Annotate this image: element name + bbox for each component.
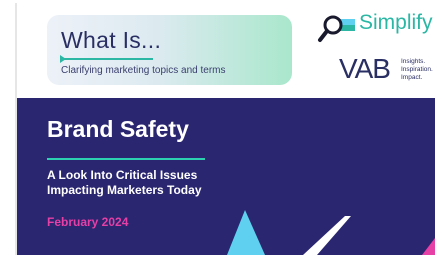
vab-wordmark: VAB — [339, 53, 391, 84]
white-stripe — [303, 216, 351, 255]
hero-title: Brand Safety — [47, 116, 189, 142]
vab-tagline-2: Inspiration. — [401, 66, 433, 73]
badge-arrow-icon — [60, 55, 66, 63]
vab-tagline-3: Impact. — [401, 74, 423, 81]
hero-subtitle: A Look Into Critical Issues Impacting Ma… — [47, 168, 247, 198]
simplify-wordmark: Simplify — [359, 11, 433, 34]
badge-underline — [61, 58, 153, 60]
vab-logo: VAB Insights. Inspiration. Impact. — [339, 53, 433, 89]
badge-subtitle: Clarifying marketing topics and terms — [61, 65, 226, 76]
slide-header: What Is... Clarifying marketing topics a… — [17, 3, 435, 98]
badge-title: What Is... — [61, 27, 162, 53]
hero-panel: Brand Safety A Look Into Critical Issues… — [17, 98, 435, 255]
pink-corner — [422, 238, 435, 255]
vab-tagline: Insights. Inspiration. Impact. — [401, 58, 433, 82]
slide: What Is... Clarifying marketing topics a… — [15, 3, 435, 255]
hero-subtitle-line-1: A Look Into Critical Issues — [47, 168, 198, 182]
vab-tagline-1: Insights. — [401, 58, 426, 65]
magnifier-icon — [318, 15, 355, 42]
cyan-triangle — [227, 210, 265, 255]
what-is-badge: What Is... Clarifying marketing topics a… — [47, 15, 292, 85]
simplify-logo: Simplify — [317, 11, 433, 47]
hero-divider — [47, 158, 205, 160]
hero-subtitle-line-2: Impacting Marketers Today — [47, 183, 202, 197]
hero-date: February 2024 — [47, 215, 129, 229]
